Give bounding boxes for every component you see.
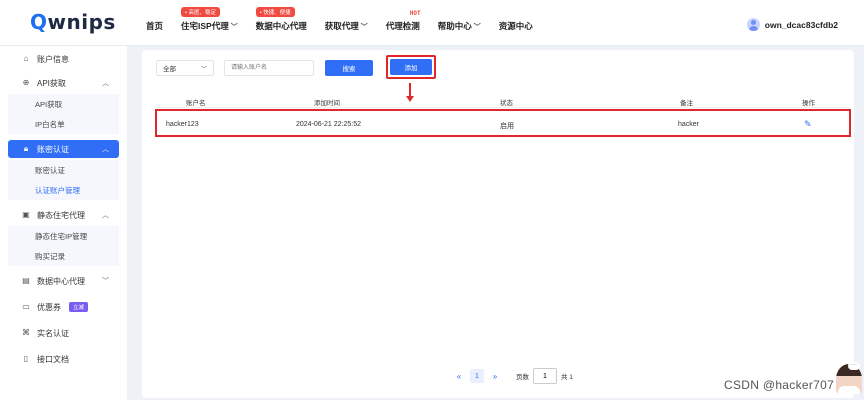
lock-icon: 🔒︎ <box>23 144 29 153</box>
nav-badge-residential: • 高匿、稳定 <box>181 7 220 17</box>
nav-home[interactable]: 首页 <box>146 20 163 32</box>
sidebar-sub-account-auth[interactable]: 账密认证 <box>8 160 119 180</box>
edit-icon[interactable]: ✎ <box>804 120 813 129</box>
server-icon: ▤ <box>22 276 30 285</box>
sidebar-item-static-residential[interactable]: ▣ 静态住宅代理 ︿ <box>8 206 119 224</box>
chevron-up-icon: ︿ <box>102 212 109 219</box>
document-icon: ▯ <box>23 354 29 363</box>
cell-account: hacker123 <box>166 121 199 128</box>
cell-added-time: 2024-06-21 22:25:52 <box>296 121 361 128</box>
sidebar-sub-purchase-records[interactable]: 购买记录 <box>8 246 119 266</box>
nav-residential-isp[interactable]: • 高匿、稳定 住宅ISP代理 ﹀ <box>181 7 238 32</box>
sidebar-item-account-auth[interactable]: 🔒︎ 账密认证 ︿ <box>8 140 119 158</box>
page-label: 页数 <box>516 374 529 381</box>
watermark: CSDN @hacker707 <box>724 378 835 392</box>
account-search-input[interactable] <box>224 60 314 76</box>
nav-datacenter[interactable]: • 快捷、便捷 数据中心代理 <box>255 7 307 32</box>
header-divider <box>156 107 848 108</box>
sidebar-sub-auth-account-mgmt[interactable]: 认证账户管理 <box>8 180 119 200</box>
building-icon: ▣ <box>22 210 30 219</box>
sidebar-item-account-info[interactable]: ⌂ 账户信息 <box>8 50 119 68</box>
globe-icon: ⊕ <box>22 78 30 87</box>
sidebar-item-coupons[interactable]: ▭ 优惠券 立减 <box>8 298 119 316</box>
sidebar-sub-ip-whitelist[interactable]: IP白名单 <box>8 114 119 134</box>
chevron-down-icon: ﹀ <box>230 24 238 31</box>
chevron-up-icon: ︿ <box>102 80 109 87</box>
id-card-icon: ⌘ <box>22 328 30 337</box>
coupon-icon: ▭ <box>22 302 30 311</box>
nav-resource-center[interactable]: 资源中心 <box>499 20 533 32</box>
status-select[interactable]: 全部 ﹀ <box>156 60 214 76</box>
cell-note: hacker <box>678 121 700 128</box>
col-header-note: 备注 <box>680 100 693 107</box>
logo[interactable]: Qwnips <box>30 10 116 34</box>
chevron-down-icon: ﹀ <box>473 24 481 31</box>
nav-proxy-check[interactable]: HOT 代理检测 <box>386 10 421 32</box>
avatar-icon <box>746 18 760 31</box>
chat-bubble-icon[interactable]: ··· <box>848 362 860 370</box>
chevron-down-icon: ﹀ <box>360 24 368 31</box>
hot-badge: HOT <box>409 10 421 17</box>
sidebar: ⌂ 账户信息 ⊕ API获取 ︿ API获取 IP白名单 🔒︎ 账密认证 ︿ 账密认证 认… <box>0 46 127 400</box>
search-button[interactable]: 搜索 <box>325 60 373 76</box>
user-menu[interactable]: own_dcac83cfdb2 <box>746 18 838 31</box>
sidebar-item-real-name[interactable]: ⌘ 实名认证 <box>8 324 119 342</box>
page-number-current[interactable]: 1 <box>470 369 484 383</box>
next-page-button[interactable]: » <box>488 369 502 383</box>
chevron-down-icon: ﹀ <box>200 66 207 73</box>
chevron-up-icon: ︿ <box>102 146 109 153</box>
user-name: own_dcac83cfdb2 <box>764 19 838 30</box>
top-header: Qwnips 首页 • 高匿、稳定 住宅ISP代理 ﹀ • 快捷、便捷 数据中心代… <box>0 0 864 46</box>
page-jump-input[interactable] <box>533 368 557 384</box>
col-header-account: 账户名 <box>186 100 206 107</box>
col-header-action: 操作 <box>802 100 815 107</box>
annotation-arrow <box>409 83 411 97</box>
sidebar-sub-static-ip-mgmt[interactable]: 静态住宅IP管理 <box>8 226 119 246</box>
chevron-down-icon: ﹀ <box>102 278 109 285</box>
home-icon: ⌂ <box>23 54 29 63</box>
sidebar-item-api-get[interactable]: ⊕ API获取 ︿ <box>8 74 119 92</box>
nav-help-center[interactable]: 帮助中心 ﹀ <box>438 20 481 32</box>
pagination: « 1 » 页数 共 1 <box>452 368 573 384</box>
prev-page-button[interactable]: « <box>452 369 466 383</box>
sidebar-item-datacenter-proxy[interactable]: ▤ 数据中心代理 ﹀ <box>8 272 119 290</box>
annotation-arrow-head <box>406 96 414 102</box>
page-total: 共 1 <box>561 374 573 381</box>
add-button[interactable]: 添加 <box>390 59 432 75</box>
cell-status: 启用 <box>500 123 514 130</box>
col-header-added-time: 添加时间 <box>314 100 340 107</box>
col-header-status: 状态 <box>500 100 513 107</box>
main-panel: 全部﹀ 搜索 添加 账户名 添加时间 状态 备注 操作 hacker123 20… <box>142 50 854 398</box>
nav-badge-datacenter: • 快捷、便捷 <box>255 7 295 17</box>
nav-get-proxy[interactable]: 获取代理 ﹀ <box>325 20 368 32</box>
coupon-tag: 立减 <box>69 302 89 312</box>
top-nav: 首页 • 高匿、稳定 住宅ISP代理 ﹀ • 快捷、便捷 数据中心代理 获取代理 ﹀… <box>146 7 551 32</box>
sidebar-sub-api-get[interactable]: API获取 <box>8 94 119 114</box>
sidebar-item-api-docs[interactable]: ▯ 接口文档 <box>8 350 119 368</box>
